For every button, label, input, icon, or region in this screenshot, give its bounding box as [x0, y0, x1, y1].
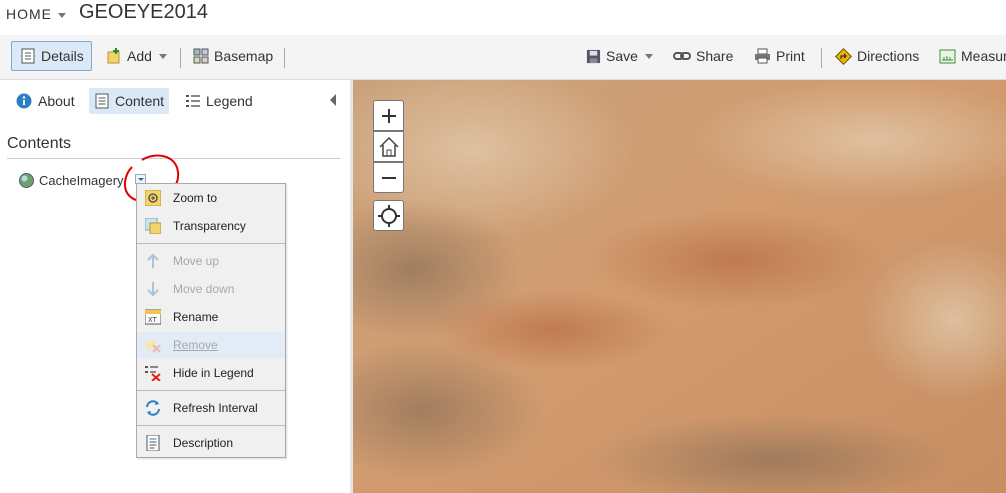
menu-item-label: Transparency — [173, 219, 246, 233]
chevron-down-icon — [158, 53, 167, 59]
plus-icon — [381, 108, 396, 123]
contents-heading: Contents — [7, 135, 72, 152]
locate-icon — [377, 204, 400, 227]
chevron-down-icon — [58, 12, 66, 18]
tab-content-label: Content — [115, 93, 165, 109]
globe-icon — [19, 172, 34, 188]
tab-about[interactable]: About — [16, 88, 75, 114]
measure-icon — [939, 49, 956, 63]
zoom-out-button[interactable] — [373, 162, 404, 193]
directions-label: Directions — [857, 48, 920, 64]
info-icon — [16, 93, 32, 109]
svg-text:XT: XT — [148, 317, 158, 324]
add-label: Add — [127, 48, 152, 64]
map-view[interactable] — [353, 80, 1006, 493]
measure-button[interactable]: Measur — [939, 41, 1006, 71]
menu-item-label: Move down — [173, 282, 235, 296]
measure-label: Measur — [961, 48, 1006, 64]
collapse-panel-icon[interactable] — [330, 94, 336, 106]
link-icon — [673, 52, 691, 60]
menu-item-refresh-interval[interactable]: Refresh Interval — [137, 395, 285, 421]
basemap-label: Basemap — [214, 48, 274, 64]
hide-legend-icon — [145, 366, 161, 381]
home-menu[interactable]: HOME — [6, 6, 66, 22]
rename-icon: XT — [145, 309, 161, 325]
print-button[interactable]: Print — [754, 41, 805, 71]
menu-item-label: Move up — [173, 254, 220, 268]
menu-item-label: Zoom to — [173, 191, 218, 205]
save-label: Save — [606, 48, 638, 64]
tab-legend[interactable]: Legend — [186, 88, 253, 114]
menu-item-label: Refresh Interval — [173, 401, 258, 415]
directions-icon — [835, 47, 852, 65]
menu-item-remove[interactable]: Remove — [137, 332, 285, 358]
menu-item-label: Rename — [173, 310, 219, 324]
directions-button[interactable]: Directions — [835, 41, 919, 71]
menu-item-label: Remove — [173, 338, 218, 352]
layer-item[interactable]: CacheImagery — [19, 171, 124, 189]
default-extent-button[interactable] — [373, 131, 404, 162]
save-button[interactable]: Save — [586, 41, 653, 71]
menu-item-move-down[interactable]: Move down — [137, 276, 285, 302]
tab-about-label: About — [38, 93, 75, 109]
details-label: Details — [41, 48, 84, 64]
share-button[interactable]: Share — [673, 41, 733, 71]
menu-divider — [137, 243, 285, 244]
menu-divider — [137, 425, 285, 426]
details-button[interactable]: Details — [11, 41, 92, 71]
menu-divider — [137, 390, 285, 391]
satellite-imagery — [353, 80, 1006, 493]
tab-content[interactable]: Content — [89, 88, 169, 114]
basemap-button[interactable]: Basemap — [193, 41, 273, 71]
save-icon — [586, 49, 601, 63]
refresh-icon — [146, 400, 160, 416]
toolbar: Details Add Basemap Save Share Print Dir… — [0, 35, 1006, 80]
zoom-to-icon — [145, 190, 161, 206]
menu-item-hide-in-legend[interactable]: Hide in Legend — [137, 360, 285, 386]
toolbar-divider — [180, 48, 181, 68]
menu-item-rename[interactable]: XT Rename — [137, 304, 285, 330]
add-button[interactable]: Add — [106, 41, 167, 71]
header: HOME GEOEYE2014 — [0, 0, 1006, 35]
arrow-down-icon — [147, 282, 159, 297]
printer-icon — [755, 48, 770, 64]
tab-legend-label: Legend — [206, 93, 253, 109]
transparency-icon — [145, 218, 161, 234]
layer-context-menu: Zoom to Transparency Move up Move down X… — [136, 183, 286, 458]
locate-button[interactable] — [373, 200, 404, 231]
print-label: Print — [776, 48, 805, 64]
home-icon — [378, 136, 399, 157]
description-icon — [146, 435, 160, 451]
chevron-down-icon — [644, 53, 653, 59]
menu-item-transparency[interactable]: Transparency — [137, 213, 285, 239]
menu-item-label: Hide in Legend — [173, 366, 254, 380]
share-label: Share — [696, 48, 734, 64]
details-icon — [21, 48, 35, 64]
legend-icon — [186, 95, 200, 107]
toolbar-divider — [284, 48, 285, 68]
add-icon — [107, 48, 120, 64]
content-icon — [95, 93, 109, 109]
basemap-icon — [193, 48, 209, 64]
menu-item-move-up[interactable]: Move up — [137, 248, 285, 274]
home-label: HOME — [6, 6, 52, 22]
menu-item-description[interactable]: Description — [137, 430, 285, 456]
minus-icon — [381, 176, 396, 179]
zoom-in-button[interactable] — [373, 100, 404, 131]
layer-name: CacheImagery — [39, 172, 124, 188]
menu-item-label: Description — [173, 436, 234, 450]
menu-item-zoom-to[interactable]: Zoom to — [137, 185, 285, 211]
toolbar-divider — [821, 48, 822, 68]
remove-icon — [146, 340, 161, 353]
page-title: GEOEYE2014 — [79, 1, 208, 23]
arrow-up-icon — [147, 253, 159, 268]
